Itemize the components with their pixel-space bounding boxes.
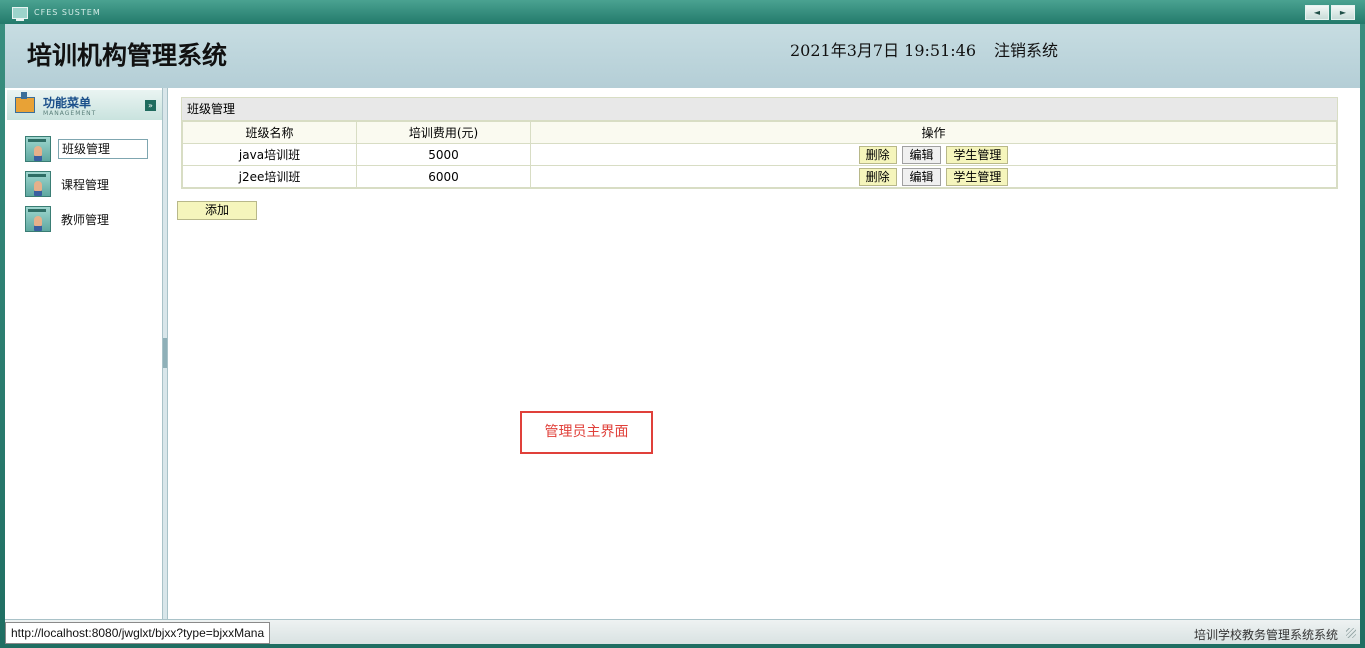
sidebar-item-course-management[interactable]: 课程管理	[25, 171, 112, 197]
page-header: 培训机构管理系统 2021年3月7日 19:51:46 注销系统	[5, 24, 1360, 88]
collapse-icon[interactable]: »	[145, 100, 156, 111]
edit-button[interactable]: 编辑	[902, 167, 941, 186]
column-header-class-name: 班级名称	[182, 121, 357, 144]
app-window: CFES SUSTEM ◄ ► 培训机构管理系统 2021年3月7日 19:51…	[0, 0, 1365, 648]
app-title: 培训机构管理系统	[27, 41, 228, 70]
actions-cell: 删除 编辑 学生管理	[530, 143, 1337, 166]
sidebar-item-label: 课程管理	[61, 177, 110, 192]
column-header-actions: 操作	[530, 121, 1337, 144]
fee-cell: 6000	[356, 165, 531, 188]
edit-button[interactable]: 编辑	[902, 145, 941, 164]
monitor-icon	[12, 7, 28, 21]
next-button[interactable]: ►	[1331, 5, 1355, 20]
delete-button[interactable]: 删除	[858, 167, 897, 186]
student-management-button[interactable]: 学生管理	[946, 145, 1009, 164]
logout-link[interactable]: 注销系统	[994, 37, 1058, 61]
title-bar: CFES SUSTEM ◄ ►	[0, 0, 1365, 24]
datetime-display: 2021年3月7日 19:51:46	[790, 41, 977, 60]
panel-title: 班级管理	[182, 98, 1337, 121]
class-management-panel: 班级管理 班级名称 培训费用(元) 操作 java培训班 5000 删除 编辑 …	[181, 97, 1338, 189]
splitter-grip[interactable]	[163, 338, 167, 368]
table-row: java培训班 5000 删除 编辑 学生管理	[182, 143, 1337, 166]
url-tooltip: http://localhost:8080/jwglxt/bjxx?type=b…	[5, 622, 271, 644]
sidebar-item-teacher-management[interactable]: 教师管理	[25, 206, 112, 232]
user-card-icon	[25, 206, 51, 232]
class-table: 班级名称 培训费用(元) 操作 java培训班 5000 删除 编辑 学生管理 …	[182, 121, 1337, 188]
menu-header: 功能菜单 MANAGEMENT »	[7, 90, 162, 120]
column-header-fee: 培训费用(元)	[356, 121, 531, 144]
system-label: CFES SUSTEM	[34, 8, 101, 17]
actions-cell: 删除 编辑 学生管理	[530, 165, 1337, 188]
content-area: 功能菜单 MANAGEMENT » 班级管理 课程管理 教师管理 班级管理 班级…	[5, 88, 1360, 619]
user-card-icon	[25, 136, 51, 162]
class-name-cell: java培训班	[182, 143, 357, 166]
folder-icon	[15, 92, 35, 113]
resize-grip-icon[interactable]	[1346, 628, 1356, 638]
fee-cell: 5000	[356, 143, 531, 166]
sidebar-item-class-management[interactable]: 班级管理	[25, 136, 148, 162]
sidebar-item-label: 教师管理	[61, 212, 110, 227]
student-management-button[interactable]: 学生管理	[946, 167, 1009, 186]
status-text: 培训学校教务管理系统系统	[1193, 628, 1338, 642]
menu-title: 功能菜单	[43, 96, 92, 110]
window-nav-buttons: ◄ ►	[1305, 5, 1355, 20]
prev-button[interactable]: ◄	[1305, 5, 1329, 20]
sidebar-item-label: 班级管理	[58, 139, 148, 159]
sidebar: 功能菜单 MANAGEMENT » 班级管理 课程管理 教师管理	[5, 88, 164, 619]
delete-button[interactable]: 删除	[858, 145, 897, 164]
add-button[interactable]: 添加	[177, 201, 257, 220]
user-card-icon	[25, 171, 51, 197]
annotation-label: 管理员主界面	[520, 411, 653, 454]
table-row: j2ee培训班 6000 删除 编辑 学生管理	[182, 165, 1337, 188]
class-name-cell: j2ee培训班	[182, 165, 357, 188]
main-panel: 班级管理 班级名称 培训费用(元) 操作 java培训班 5000 删除 编辑 …	[168, 88, 1360, 619]
table-header-row: 班级名称 培训费用(元) 操作	[182, 121, 1337, 144]
menu-subtitle: MANAGEMENT	[43, 110, 97, 117]
